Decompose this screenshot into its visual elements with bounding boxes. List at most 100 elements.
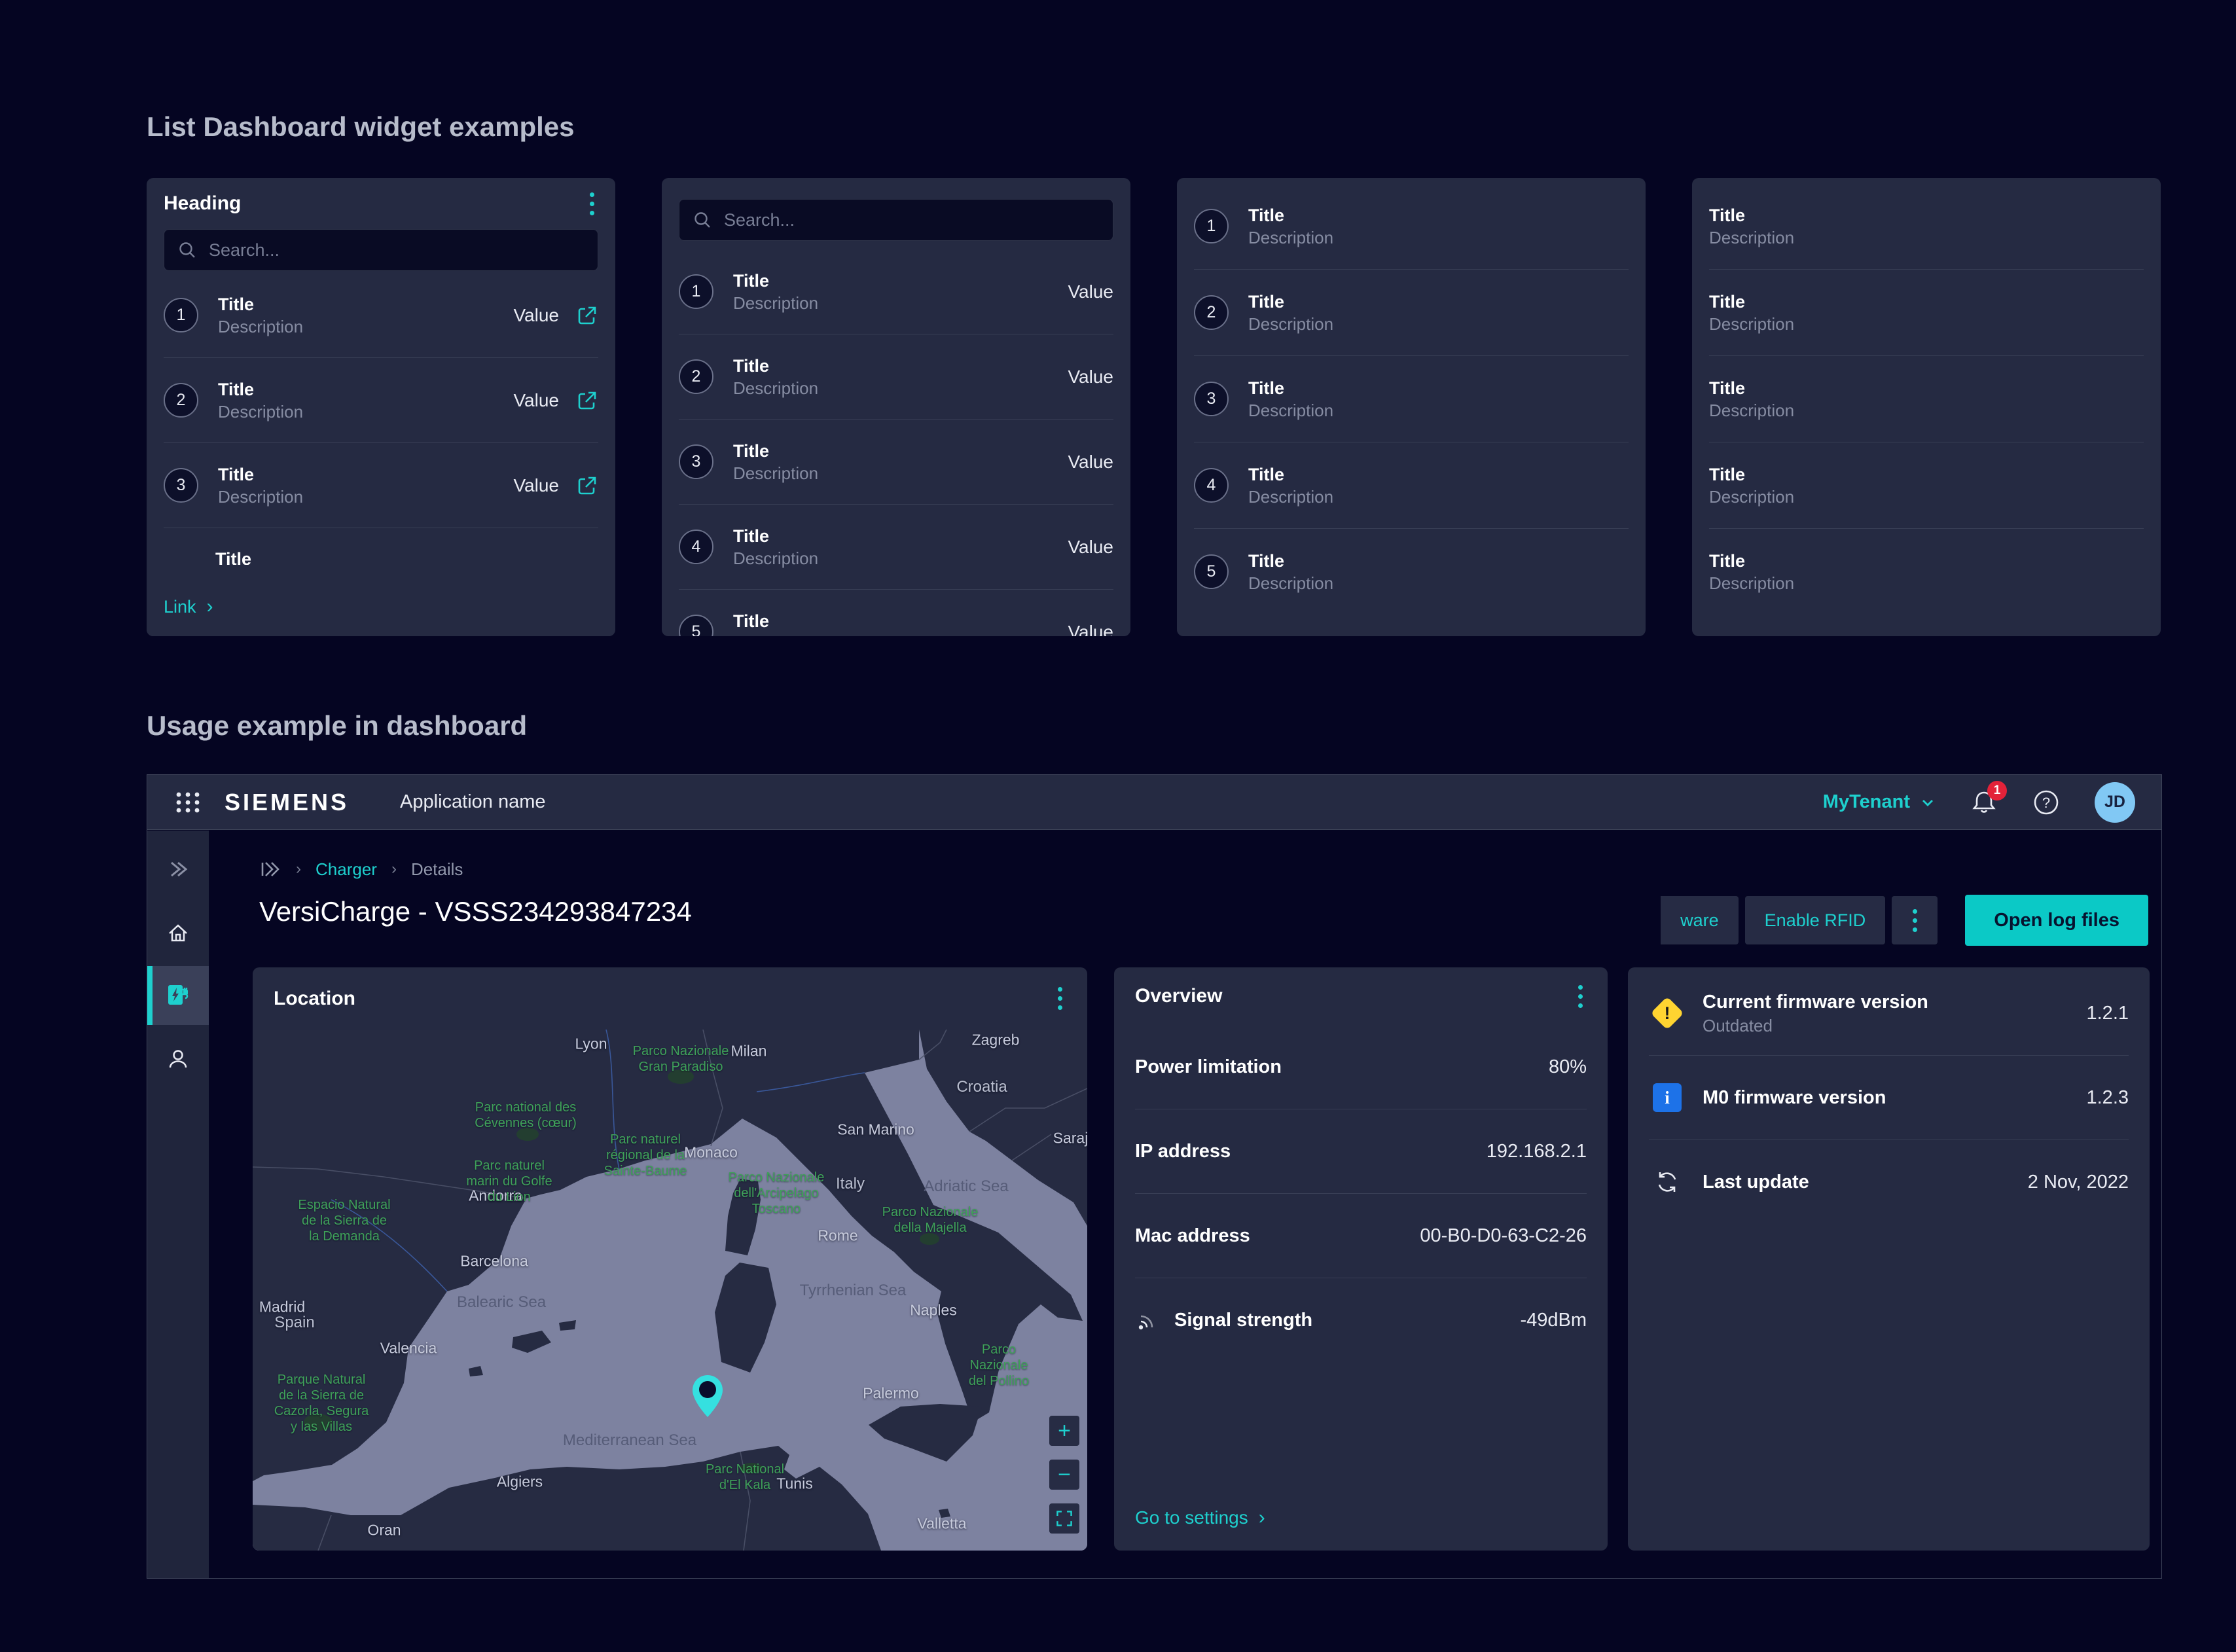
list-item[interactable]: 1 TitleDescription Value [679, 249, 1113, 334]
footer-link[interactable]: Link [164, 597, 196, 617]
list-item[interactable]: 3 TitleDescription [1194, 356, 1629, 442]
card-title: Overview [1135, 985, 1222, 1007]
item-description: Description [733, 550, 818, 567]
item-description: Description [1248, 229, 1333, 246]
signal-strength-icon [1135, 1308, 1160, 1333]
list-item[interactable]: 3 TitleDescription Value [164, 443, 598, 528]
list-item[interactable]: TitleDescription [1709, 270, 2144, 356]
open-log-files-button[interactable]: Open log files [1965, 895, 2148, 946]
sidebar-item-charger[interactable] [147, 966, 209, 1025]
item-title: Title [733, 272, 818, 290]
home-icon [165, 920, 191, 946]
item-description: Description [1248, 488, 1333, 505]
list-item[interactable]: 1 TitleDescription [1194, 183, 1629, 270]
tenant-selector[interactable]: MyTenant [1823, 791, 1936, 813]
fullscreen-button[interactable] [1049, 1503, 1079, 1534]
zoom-out-button[interactable]: − [1049, 1460, 1079, 1490]
firmware-rows: ! Current firmware version Outdated 1.2.… [1628, 967, 2150, 1224]
list-item[interactable]: TitleDescription [1709, 442, 2144, 529]
list-item[interactable]: 4 Title Description [1194, 442, 1629, 529]
row-status: Outdated [1703, 1017, 1928, 1034]
row-label: IP address [1135, 1141, 1231, 1162]
item-number: 2 [679, 359, 713, 394]
list-item[interactable]: 5 TitleDescription Value [679, 590, 1113, 636]
map-label-sea: Tyrrhenian Sea [800, 1282, 907, 1300]
list-item[interactable]: TitleDescription [1709, 529, 2144, 615]
search-input[interactable]: Search... [679, 199, 1113, 241]
page-title: VersiCharge - VSSS234293847234 [259, 896, 692, 927]
widget-card-plain: TitleDescription TitleDescription TitleD… [1692, 178, 2161, 636]
item-value: Value [1068, 452, 1113, 473]
section-title-usage: Usage example in dashboard [147, 710, 527, 742]
item-title: Title [1248, 466, 1333, 484]
external-link-icon[interactable] [576, 475, 598, 497]
help-button[interactable]: ? [2032, 788, 2061, 817]
list-item[interactable]: 1 TitleDescription Value [164, 273, 598, 358]
kebab-menu-icon[interactable] [586, 189, 598, 219]
zoom-in-button[interactable]: + [1049, 1416, 1079, 1446]
widget-rows: 1 TitleDescription 2 TitleDescription 3 … [1177, 183, 1646, 615]
item-title: Title [733, 613, 818, 630]
map-pin-icon [693, 1375, 723, 1420]
item-number: 1 [679, 274, 713, 309]
map[interactable]: LyonMilanZagrebCroatiaSan MarinoSarajevo… [253, 1030, 1087, 1551]
notification-badge: 1 [1987, 781, 2007, 800]
map-label-city: Oran [367, 1522, 401, 1539]
list-item[interactable]: Title Description [1709, 356, 2144, 442]
sidebar-expand-button[interactable] [147, 840, 209, 899]
item-description: Description [733, 465, 818, 482]
list-item[interactable]: 4 TitleDescription Value [679, 505, 1113, 590]
list-item-clipped[interactable]: Title [164, 528, 598, 565]
item-description: Description [733, 380, 818, 397]
warning-icon: ! [1651, 997, 1684, 1030]
list-item[interactable]: 2 TitleDescription Value [679, 334, 1113, 420]
list-item[interactable]: 2 TitleDescription [1194, 270, 1629, 356]
sidebar-item-home[interactable] [147, 904, 209, 963]
list-item[interactable]: 2 TitleDescription Value [164, 358, 598, 443]
list-item[interactable]: TitleDescription [1709, 183, 2144, 270]
item-number: 5 [1194, 554, 1229, 589]
dashboard-frame: SIEMENS Application name MyTenant 1 [147, 774, 2162, 1579]
kebab-menu-icon[interactable] [1054, 983, 1066, 1014]
breadcrumb-collapsed-icon[interactable] [259, 858, 281, 880]
item-description: Description [1709, 402, 1794, 419]
overview-row: IP address 192.168.2.1 [1135, 1109, 1587, 1194]
item-number: 5 [679, 615, 713, 636]
more-actions-button[interactable] [1892, 896, 1938, 944]
map-label-city: Madrid [259, 1299, 305, 1316]
avatar[interactable]: JD [2095, 782, 2135, 823]
notifications-button[interactable]: 1 [1970, 789, 1998, 816]
item-title: Title [1709, 380, 1794, 397]
enable-rfid-button[interactable]: Enable RFID [1745, 896, 1886, 944]
map-label-city: San Marino [837, 1121, 914, 1139]
external-link-icon[interactable] [576, 304, 598, 327]
row-value: 192.168.2.1 [1487, 1141, 1587, 1162]
map-label-sea: Mediterranean Sea [563, 1431, 696, 1450]
widget-rows: 1 TitleDescription Value 2 TitleDescript… [662, 249, 1130, 636]
item-description: Description [1709, 229, 1794, 246]
siemens-logo: SIEMENS [225, 789, 349, 816]
go-to-settings-link[interactable]: Go to settings › [1135, 1507, 1265, 1528]
help-icon: ? [2032, 788, 2061, 817]
item-number: 4 [1194, 468, 1229, 503]
info-icon: i [1653, 1083, 1682, 1112]
map-label-city: Zagreb [972, 1032, 1020, 1049]
sidebar-item-user[interactable] [147, 1030, 209, 1089]
row-label: M0 firmware version [1703, 1088, 1886, 1107]
item-title: Title [1709, 552, 1794, 570]
row-label: Signal strength [1174, 1310, 1312, 1331]
list-item[interactable]: 5 TitleDescription [1194, 529, 1629, 615]
breadcrumb-charger[interactable]: Charger [316, 859, 377, 880]
search-placeholder: Search... [724, 210, 795, 230]
row-value: 00-B0-D0-63-C2-26 [1420, 1225, 1587, 1247]
kebab-menu-icon[interactable] [1574, 981, 1587, 1012]
page-root: List Dashboard widget examples Heading S… [0, 0, 2236, 1652]
truncated-firmware-button[interactable]: ware [1661, 896, 1739, 944]
map-label-city: Monaco [684, 1144, 738, 1162]
overview-rows: Power limitation 80% IP address 192.168.… [1114, 1025, 1608, 1362]
list-item[interactable]: 3 TitleDescription Value [679, 420, 1113, 505]
app-launcher-icon[interactable] [173, 788, 202, 817]
search-input[interactable]: Search... [164, 229, 598, 271]
external-link-icon[interactable] [576, 389, 598, 412]
map-label-park: Parc national des Cévennes (cœur) [475, 1100, 577, 1131]
